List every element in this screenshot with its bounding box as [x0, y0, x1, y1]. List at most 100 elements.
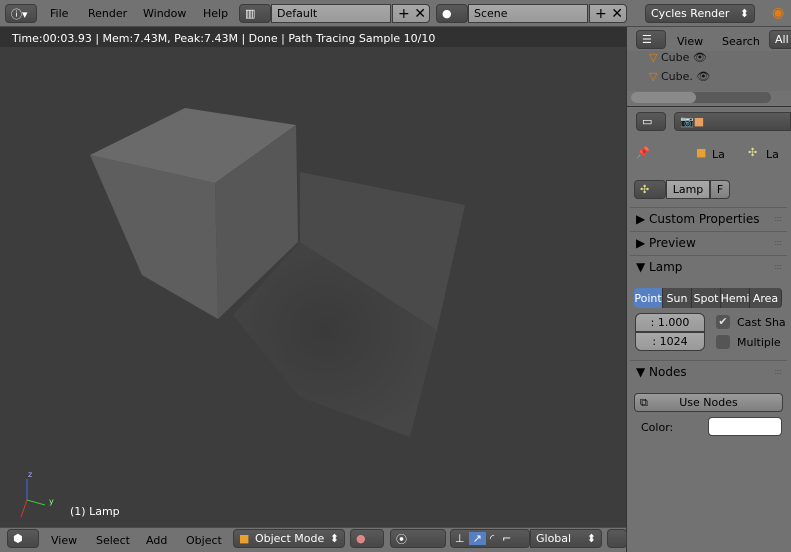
- outliner-icon: ☰: [642, 33, 652, 46]
- updown-icon: ⬍: [329, 532, 339, 545]
- layout-name-field[interactable]: Default: [271, 4, 391, 23]
- outliner-view-menu[interactable]: View: [677, 35, 703, 48]
- orientation-label: Global: [536, 532, 572, 545]
- info-icon: ⓘ▾: [11, 7, 28, 21]
- menu-render[interactable]: Render: [88, 7, 127, 20]
- scale-icon[interactable]: ⌐: [498, 532, 515, 545]
- manipulator-buttons[interactable]: ⊥ ↗ ◜ ⌐: [450, 529, 530, 548]
- x-axis: [20, 499, 28, 518]
- scene-name: Scene: [474, 7, 508, 20]
- item-name: Cube: [660, 51, 690, 64]
- menu-help[interactable]: Help: [203, 7, 228, 20]
- plus-icon[interactable]: +: [398, 6, 410, 22]
- use-nodes-button[interactable]: ⧉ Use Nodes: [634, 393, 783, 412]
- lamp-type-area[interactable]: Area: [750, 288, 782, 308]
- cube1-front: [90, 155, 218, 319]
- panel-title: Preview: [649, 235, 696, 250]
- lamp-name: Lamp: [672, 183, 704, 196]
- fake-user-button[interactable]: F: [710, 180, 730, 199]
- lamp-type-sun[interactable]: Sun: [663, 288, 692, 308]
- mode-label: Object Mode: [254, 532, 325, 545]
- panel-preview[interactable]: ▶ Preview::::: [630, 231, 787, 253]
- outliner-hscrollbar[interactable]: [631, 92, 771, 103]
- rotate-icon[interactable]: ◜: [486, 532, 498, 545]
- mode-dropdown[interactable]: ■ Object Mode ⬍: [233, 529, 345, 548]
- render-engine-dropdown[interactable]: Cycles Render ⬍: [645, 4, 755, 23]
- outliner-editor-type[interactable]: ☰: [636, 30, 666, 49]
- object-mode-icon: ■: [239, 532, 250, 545]
- axis-z-label: z: [28, 470, 33, 479]
- scene-icon: ●: [442, 7, 452, 20]
- outliner-item[interactable]: ▽ Cube 👁: [649, 51, 707, 64]
- updown-icon: ⬍: [586, 532, 596, 545]
- menu-file[interactable]: File: [50, 7, 68, 20]
- breadcrumb-lamp: La: [766, 148, 779, 161]
- item-name: Cube.: [660, 70, 693, 83]
- layout-name: Default: [277, 7, 318, 20]
- outliner-filter[interactable]: All: [769, 30, 791, 49]
- multiple-importance-checkbox[interactable]: [716, 335, 730, 349]
- outliner-item[interactable]: ▽ Cube. 👁: [649, 70, 710, 83]
- plus-icon[interactable]: +: [595, 6, 607, 22]
- render-tab-icon[interactable]: 📷: [680, 115, 694, 128]
- panel-title: Nodes: [649, 364, 687, 379]
- close-icon[interactable]: ✕: [611, 6, 623, 22]
- layout-selector-button[interactable]: ▥: [239, 4, 271, 23]
- shading-dropdown[interactable]: ●: [350, 529, 384, 548]
- outliner-search-menu[interactable]: Search: [722, 35, 760, 48]
- panel-nodes[interactable]: ▼ Nodes::::: [630, 360, 787, 382]
- translate-icon[interactable]: ↗: [468, 532, 486, 545]
- scene-add-remove[interactable]: + ✕: [589, 4, 627, 23]
- mesh-icon: ▽: [649, 51, 658, 64]
- cast-shadow-checkbox[interactable]: ✔: [716, 315, 730, 329]
- panel-custom-properties[interactable]: ▶ Custom Properties::::: [630, 207, 787, 229]
- scene-selector-button[interactable]: ●: [436, 4, 468, 23]
- menu-select[interactable]: Select: [96, 534, 130, 547]
- properties-editor-type[interactable]: ▭: [636, 112, 666, 131]
- 3d-viewport[interactable]: z y (1) Lamp: [0, 27, 626, 527]
- active-object-label: (1) Lamp: [70, 505, 120, 518]
- nodes-icon: ⧉: [640, 395, 648, 409]
- top-header: ⓘ▾ File Render Window Help ▥ Default + ✕…: [0, 0, 791, 27]
- menu-object[interactable]: Object: [186, 534, 222, 547]
- eye-icon[interactable]: 👁: [696, 70, 710, 83]
- lamp-browse-button[interactable]: ✣: [634, 180, 666, 199]
- mesh-icon: ▽: [649, 70, 658, 83]
- menu-window[interactable]: Window: [143, 7, 186, 20]
- lamp-strength-field[interactable]: : 1.000: [635, 313, 705, 332]
- menu-view[interactable]: View: [51, 534, 77, 547]
- panel-lamp[interactable]: ▼ Lamp::::: [630, 255, 787, 277]
- eye-icon[interactable]: 👁: [693, 51, 707, 64]
- pin-icon[interactable]: 📌: [636, 146, 650, 159]
- multiple-importance-label: Multiple: [737, 336, 781, 349]
- object-data-tab-icon[interactable]: ■: [694, 115, 704, 128]
- lamp-type-point[interactable]: Point: [634, 288, 663, 308]
- field-value: : 1024: [652, 335, 688, 348]
- lamp-name-field[interactable]: Lamp: [666, 180, 710, 199]
- orientation-dropdown[interactable]: Global ⬍: [530, 529, 602, 548]
- properties-icon: ▭: [642, 115, 653, 128]
- editor-type-info-button[interactable]: ⓘ▾: [5, 4, 37, 23]
- editor-type-3d-button[interactable]: ⬢: [7, 529, 39, 548]
- properties-context-tabs[interactable]: 📷 ■: [674, 112, 791, 131]
- viewport-render: [20, 108, 465, 518]
- outliner-filter-label: All: [775, 33, 789, 46]
- layout-icon: ▥: [245, 7, 256, 20]
- render-engine-label: Cycles Render: [651, 7, 730, 20]
- fake-user-label: F: [716, 183, 724, 196]
- layers-button[interactable]: [607, 529, 627, 548]
- use-nodes-label: Use Nodes: [679, 396, 738, 409]
- layout-add-remove[interactable]: + ✕: [392, 4, 430, 23]
- blender-logo-icon: ◉: [772, 5, 785, 21]
- manipulator-icon[interactable]: ⊥: [451, 532, 469, 545]
- scene-name-field[interactable]: Scene: [468, 4, 588, 23]
- color-swatch[interactable]: [708, 417, 782, 436]
- object-icon: ■: [696, 146, 707, 159]
- menu-add[interactable]: Add: [146, 534, 167, 547]
- close-icon[interactable]: ✕: [414, 6, 426, 22]
- cube-icon: ⬢: [13, 532, 23, 545]
- lamp-type-hemi[interactable]: Hemi: [721, 288, 750, 308]
- pivot-dropdown[interactable]: ⦿: [390, 529, 446, 548]
- lamp-type-spot[interactable]: Spot: [692, 288, 721, 308]
- lamp-samples-field[interactable]: : 1024: [635, 332, 705, 351]
